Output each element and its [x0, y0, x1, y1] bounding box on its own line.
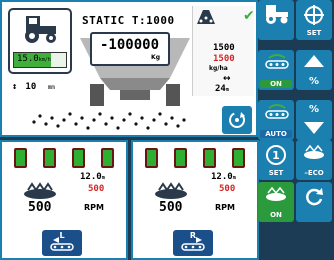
- left-disc-target: 500: [88, 184, 105, 194]
- percent-minus-label: %: [308, 104, 320, 115]
- auto-label: AUTO: [260, 130, 292, 138]
- eco-label-text: ECO: [307, 169, 324, 177]
- main-display-panel: 15.0km/h ↕ 10 mm STATIC T:1000 -100000 K…: [0, 0, 258, 137]
- hopper-weight-value: -100000: [100, 37, 160, 53]
- tractor-icon: [266, 5, 288, 24]
- svg-text:1: 1: [272, 149, 280, 162]
- right-disc-target: 500: [219, 184, 236, 194]
- disc-on-label: ON: [270, 211, 282, 219]
- right-disc-width: 12.0: [211, 172, 233, 182]
- eco-label: –ECO: [304, 169, 324, 177]
- set-label: SET: [306, 29, 322, 37]
- left-section-3[interactable]: [72, 148, 85, 168]
- left-side-letter: L: [59, 231, 65, 240]
- hopper-weight-box: -100000 Kg: [90, 32, 170, 66]
- fertilizer-rate-icon: [197, 10, 215, 24]
- speed-unit: km/h: [38, 57, 51, 63]
- set-one-label: SET: [268, 169, 284, 177]
- left-disc-width: 12.0: [80, 172, 102, 182]
- tractor-icon: [25, 16, 56, 43]
- tractor-speed-box: 15.0km/h: [8, 8, 72, 74]
- right-disc-width-unit: m: [232, 175, 236, 181]
- status-title: STATIC T:1000: [82, 14, 175, 27]
- left-side-button[interactable]: L: [42, 230, 82, 256]
- left-disc-rpm: 500: [28, 200, 52, 215]
- rate-unit: kg/ha: [209, 65, 228, 72]
- conveyor-on-button[interactable]: ON: [258, 50, 294, 90]
- tractor-mode-button[interactable]: [258, 0, 294, 40]
- rotate-icon: [229, 112, 245, 128]
- spread-pattern-icon: [32, 112, 186, 130]
- left-disc-width-unit: m: [101, 175, 105, 181]
- disc-icon: [266, 186, 286, 201]
- working-width-unit: mm: [47, 84, 55, 91]
- speed-bar: 15.0km/h: [13, 52, 67, 68]
- left-section-2[interactable]: [43, 148, 56, 168]
- eco-disc-icon: [304, 144, 324, 159]
- rate-target-value: 1500: [213, 54, 235, 64]
- speed-value: 15.0: [17, 54, 39, 64]
- throw-width-readout: 24m: [215, 84, 229, 94]
- working-width-value: 10: [25, 82, 37, 92]
- throw-width-value: 24: [215, 84, 226, 94]
- right-section-1[interactable]: [145, 148, 158, 168]
- right-section-indicators: [145, 148, 245, 168]
- rate-actual-value: 1500: [213, 43, 235, 53]
- refresh-button[interactable]: [296, 182, 332, 222]
- arrow-down-icon: [304, 122, 324, 134]
- spinner-disc-icon: [155, 182, 187, 199]
- rotate-view-button[interactable]: [222, 106, 252, 134]
- left-section-indicators: [14, 148, 114, 168]
- left-section-1[interactable]: [14, 148, 27, 168]
- conveyor-icon: [265, 54, 289, 69]
- right-section-2[interactable]: [174, 148, 187, 168]
- vertical-arrow-icon: ↕: [12, 82, 18, 92]
- right-section-3[interactable]: [203, 148, 216, 168]
- number-one-circle-icon: 1: [266, 145, 286, 165]
- crosshair-icon: [304, 5, 324, 25]
- horizontal-arrow-icon: ↔: [223, 74, 231, 84]
- set-position-button[interactable]: SET: [296, 0, 332, 40]
- application-rate-box: ✔ 1500 1500 kg/ha ↔ 24m: [192, 6, 255, 96]
- right-disc-rpm: 500: [159, 200, 183, 215]
- conveyor-auto-button[interactable]: AUTO: [258, 100, 294, 140]
- arrow-up-icon: [304, 55, 324, 67]
- left-section-4[interactable]: [101, 148, 114, 168]
- set-one-button[interactable]: 1 SET: [258, 140, 294, 180]
- throw-width-unit: m: [225, 87, 229, 93]
- on-label: ON: [260, 80, 292, 88]
- right-section-4[interactable]: [232, 148, 245, 168]
- speed-readout: 15.0km/h: [17, 54, 51, 64]
- left-disc-rpm-unit: RPM: [84, 203, 104, 212]
- right-side-button[interactable]: R: [173, 230, 213, 256]
- right-side-letter: R: [189, 231, 197, 240]
- rate-decrease-button[interactable]: %: [296, 100, 332, 140]
- working-width-row: ↕ 10 mm: [12, 82, 55, 92]
- right-disc-width-readout: 12.0m: [211, 172, 236, 182]
- refresh-icon: [306, 188, 323, 206]
- eco-button[interactable]: –ECO: [296, 140, 332, 180]
- conveyor-auto-icon: [265, 104, 289, 119]
- check-icon: ✔: [243, 8, 255, 24]
- spinner-disc-icon: [24, 182, 56, 199]
- rate-increase-button[interactable]: %: [296, 50, 332, 90]
- right-disc-panel: 12.0m 500 500 RPM R: [131, 140, 259, 260]
- percent-plus-label: %: [308, 76, 320, 87]
- right-disc-rpm-unit: RPM: [215, 203, 235, 212]
- left-disc-panel: 12.0m 500 500 RPM L: [0, 140, 128, 260]
- hopper-weight-unit: Kg: [151, 54, 160, 61]
- disc-on-button[interactable]: ON: [258, 182, 294, 222]
- left-disc-width-readout: 12.0m: [80, 172, 105, 182]
